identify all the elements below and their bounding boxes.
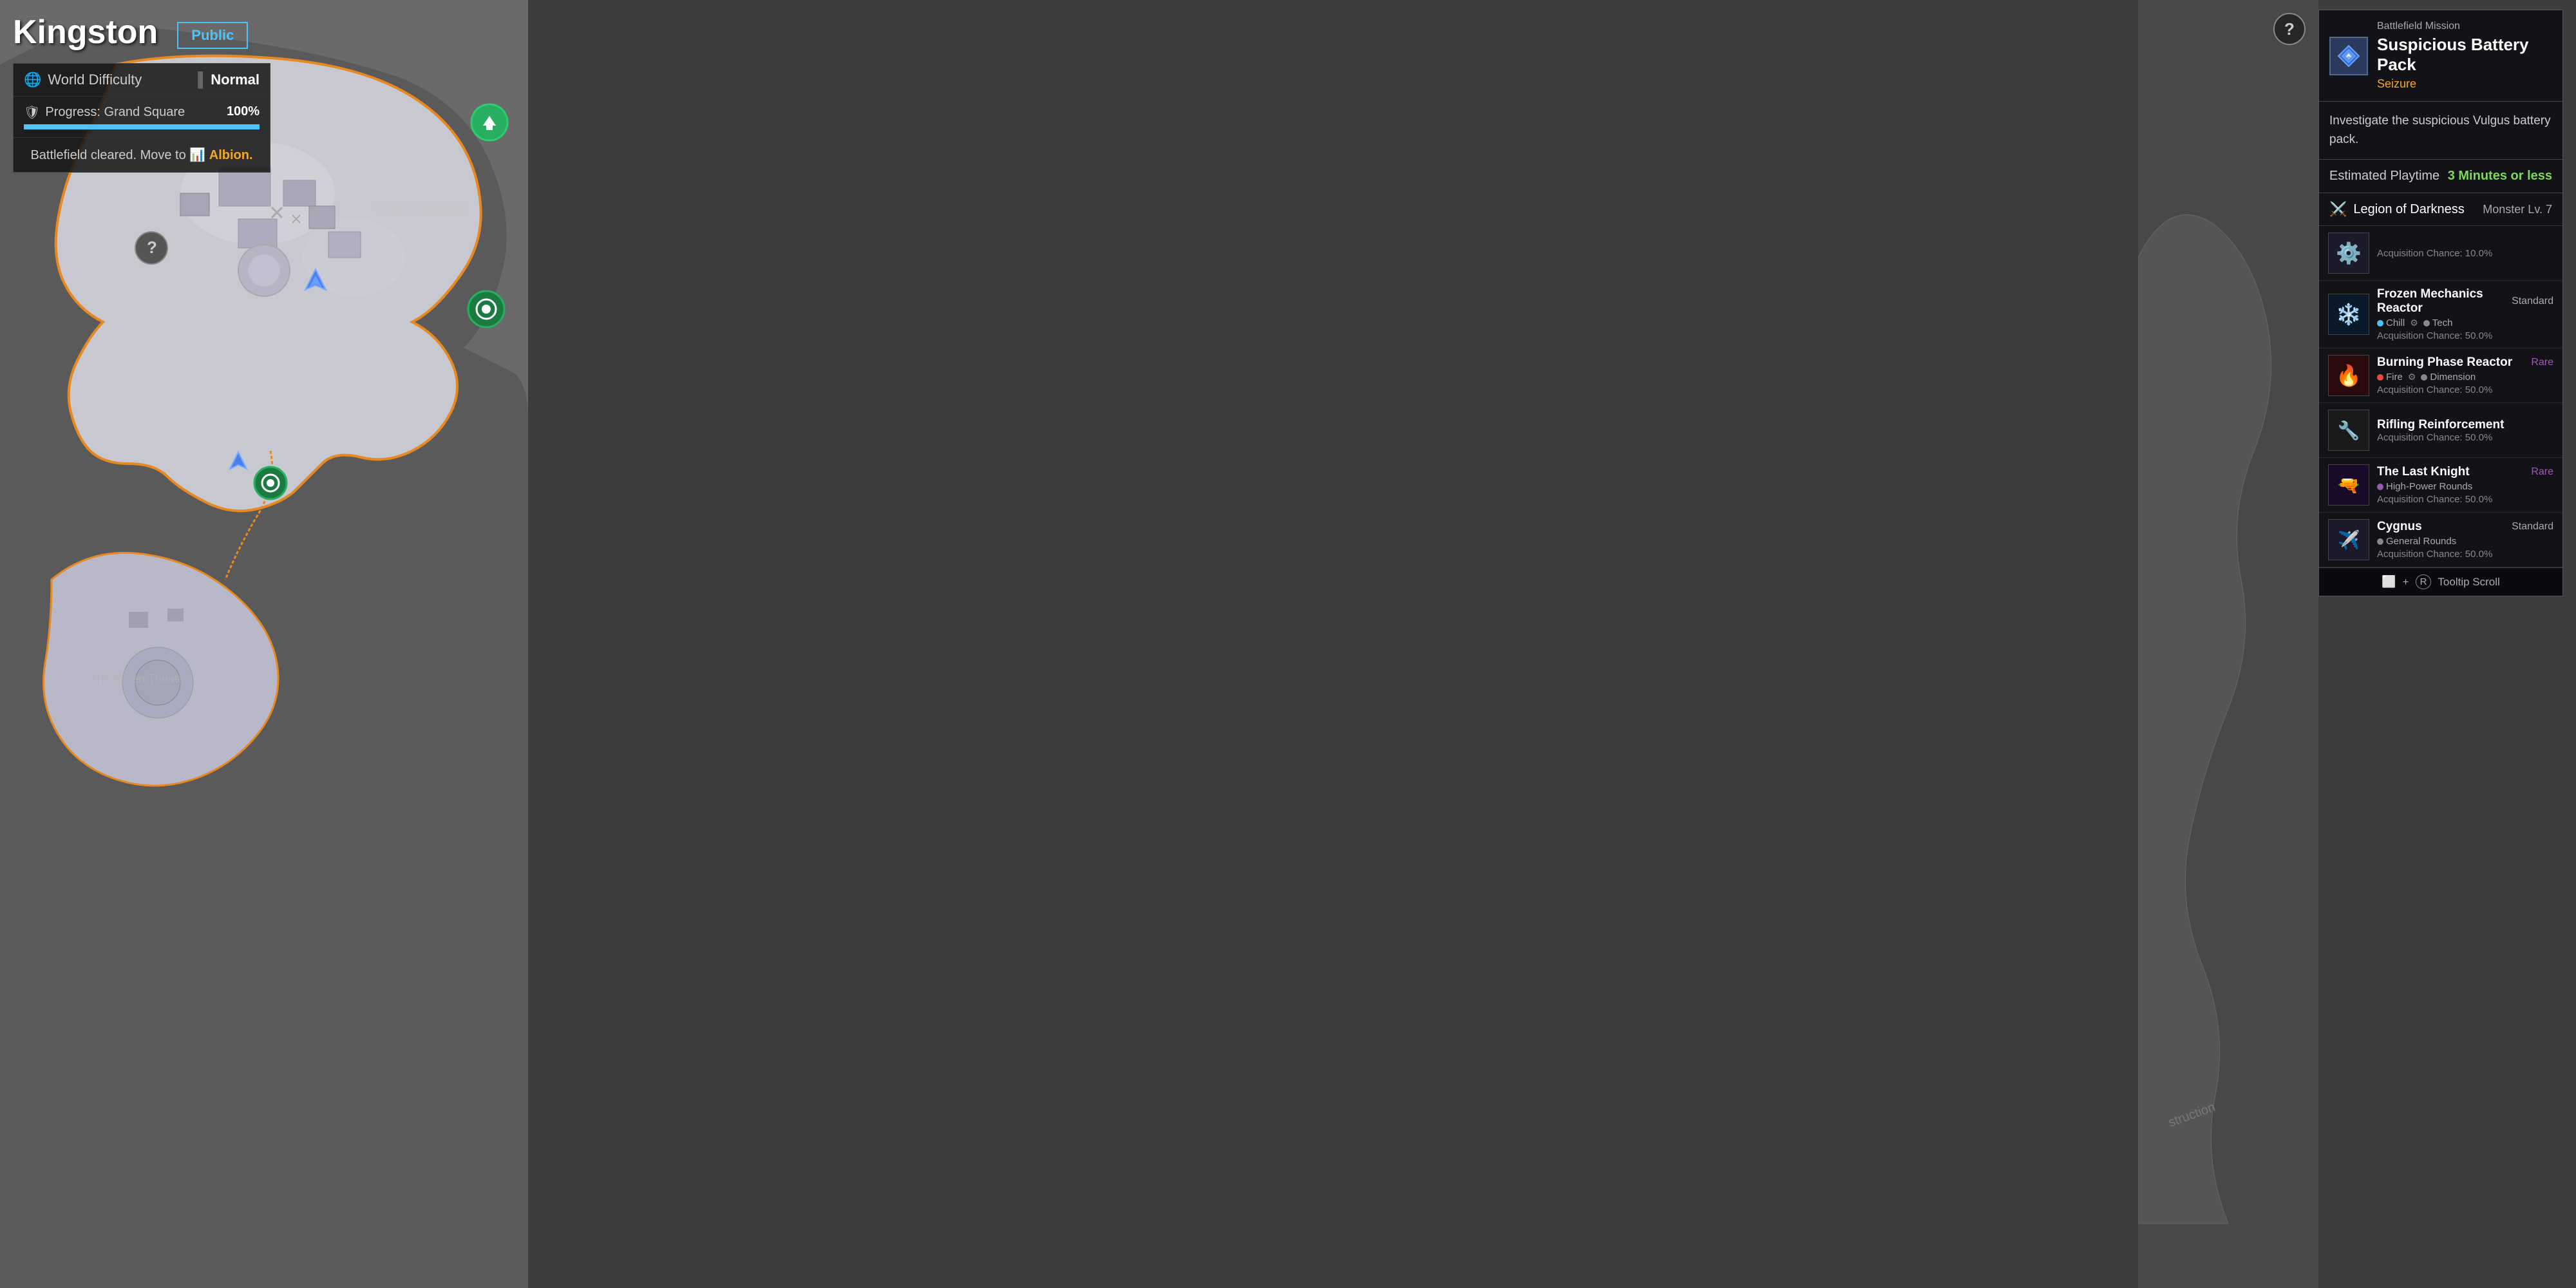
mission-icon xyxy=(2329,37,2368,75)
tooltip-scroll-bar: ⬜ + R Tooltip Scroll xyxy=(2319,567,2562,596)
loot-rarity-2: Rare xyxy=(2531,357,2553,368)
enemy-faction-icon: ⚔️ xyxy=(2329,201,2347,218)
progress-bar-background xyxy=(24,124,260,129)
loot-info-2: Burning Phase Reactor Rare Fire⚙Dimensio… xyxy=(2377,355,2553,395)
loot-item-2: 🔥 Burning Phase Reactor Rare Fire⚙Dimens… xyxy=(2319,348,2562,403)
enemy-level: Monster Lv. 7 xyxy=(2483,203,2552,216)
loot-thumb-icon-5: ✈️ xyxy=(2338,529,2360,551)
playtime-value: 3 Minutes or less xyxy=(2448,169,2552,184)
svg-text:Grand Square: Grand Square xyxy=(374,200,467,216)
progress-bar-fill xyxy=(24,124,260,129)
loot-info-4: The Last Knight Rare High-Power Rounds A… xyxy=(2377,465,2553,505)
loot-chance-3: Acquisition Chance: 50.0% xyxy=(2377,432,2553,443)
svg-text:?: ? xyxy=(147,238,157,257)
loot-name-5: Cygnus xyxy=(2377,520,2422,534)
map-area: Grand Square The Fallen Theater xyxy=(0,0,528,1288)
loot-rarity-4: Rare xyxy=(2531,466,2553,478)
svg-text:The Fallen Theater: The Fallen Theater xyxy=(90,672,188,685)
controller-icon: ⬜ xyxy=(2382,575,2396,589)
plus-icon: + xyxy=(2403,576,2409,589)
loot-thumb-icon-4: 🔫 xyxy=(2338,475,2360,496)
loot-thumb-4: 🔫 xyxy=(2328,464,2369,506)
enemy-row: ⚔️ Legion of Darkness Monster Lv. 7 xyxy=(2319,193,2562,226)
loot-thumb-1: ❄️ xyxy=(2328,294,2369,335)
battlefield-notice: Battlefield cleared. Move to 📊 Albion. xyxy=(14,138,270,172)
progress-label: Progress: Grand Square xyxy=(45,105,185,120)
next-location-icon: 📊 xyxy=(189,148,209,162)
loot-rarity-1: Standard xyxy=(2512,296,2553,307)
progress-row: 🛡 Progress: Grand Square 100% xyxy=(14,97,270,138)
loot-thumb-icon-2: 🔥 xyxy=(2336,363,2362,388)
loot-name-3: Rifling Reinforcement xyxy=(2377,418,2504,432)
right-map-area: struction xyxy=(2138,0,2318,1288)
mission-type: Battlefield Mission xyxy=(2377,21,2552,32)
loot-name-1: Frozen Mechanics Reactor xyxy=(2377,287,2512,316)
globe-icon: 🌐 xyxy=(24,71,41,88)
loot-thumb-5: ✈️ xyxy=(2328,519,2369,560)
loot-thumb-3: 🔧 xyxy=(2328,410,2369,451)
mission-name: Suspicious Battery Pack xyxy=(2377,35,2552,75)
mission-description: Investigate the suspicious Vulgus batter… xyxy=(2319,102,2562,160)
loot-item-4: 🔫 The Last Knight Rare High-Power Rounds… xyxy=(2319,458,2562,513)
loot-name-2: Burning Phase Reactor xyxy=(2377,355,2512,370)
help-button[interactable]: ? xyxy=(2273,13,2306,45)
loot-item-1: ❄️ Frozen Mechanics Reactor Standard Chi… xyxy=(2319,281,2562,348)
loot-thumb-icon-3: 🔧 xyxy=(2338,420,2360,441)
loot-item-3: 🔧 Rifling Reinforcement Acquisition Chan… xyxy=(2319,403,2562,458)
loot-chance-0: Acquisition Chance: 10.0% xyxy=(2377,248,2553,259)
mission-title-block: Battlefield Mission Suspicious Battery P… xyxy=(2377,21,2552,91)
public-badge[interactable]: Public xyxy=(177,22,248,49)
shield-icon: 🛡 xyxy=(24,104,40,120)
loot-thumb-2: 🔥 xyxy=(2328,355,2369,396)
loot-thumb-icon-1: ❄️ xyxy=(2336,302,2362,327)
loot-item-0: ⚙️ Acquisition Chance: 10.0% xyxy=(2319,226,2562,281)
world-difficulty-row: 🌐 World Difficulty ▐ Normal xyxy=(14,64,270,97)
loot-info-0: Acquisition Chance: 10.0% xyxy=(2377,248,2553,259)
loot-name-4: The Last Knight xyxy=(2377,465,2470,479)
r-button-icon: R xyxy=(2416,574,2432,589)
playtime-label: Estimated Playtime xyxy=(2329,169,2439,184)
loot-info-3: Rifling Reinforcement Acquisition Chance… xyxy=(2377,418,2553,443)
loot-chance-5: Acquisition Chance: 50.0% xyxy=(2377,549,2553,560)
loot-list: ⚙️ Acquisition Chance: 10.0% ❄️ Frozen M… xyxy=(2319,226,2562,567)
top-left-panel: Kingston Public 🌐 World Difficulty ▐ Nor… xyxy=(13,13,270,173)
world-difficulty-label: World Difficulty xyxy=(48,71,142,88)
progress-percent: 100% xyxy=(227,104,260,120)
enemy-faction-name: Legion of Darkness xyxy=(2353,202,2464,217)
loot-item-5: ✈️ Cygnus Standard General Rounds Acquis… xyxy=(2319,513,2562,567)
info-panel: 🌐 World Difficulty ▐ Normal 🛡 Progress: … xyxy=(13,63,270,173)
mission-tag: Seizure xyxy=(2377,77,2552,91)
loot-rarity-5: Standard xyxy=(2512,521,2553,533)
loot-chance-1: Acquisition Chance: 50.0% xyxy=(2377,330,2553,341)
next-location-link[interactable]: Albion. xyxy=(209,148,253,162)
mission-panel: Battlefield Mission Suspicious Battery P… xyxy=(2318,10,2563,596)
loot-chance-4: Acquisition Chance: 50.0% xyxy=(2377,494,2553,505)
location-title: Kingston xyxy=(13,13,158,52)
loot-thumb-0: ⚙️ xyxy=(2328,232,2369,274)
mission-header: Battlefield Mission Suspicious Battery P… xyxy=(2319,10,2562,102)
playtime-row: Estimated Playtime 3 Minutes or less xyxy=(2319,160,2562,193)
loot-info-1: Frozen Mechanics Reactor Standard Chill⚙… xyxy=(2377,287,2553,341)
loot-chance-2: Acquisition Chance: 50.0% xyxy=(2377,384,2553,395)
loot-info-5: Cygnus Standard General Rounds Acquisiti… xyxy=(2377,520,2553,560)
tooltip-scroll-label: Tooltip Scroll xyxy=(2438,576,2499,589)
loot-thumb-icon-0: ⚙️ xyxy=(2336,241,2362,265)
world-difficulty-value: ▐ Normal xyxy=(193,71,260,88)
